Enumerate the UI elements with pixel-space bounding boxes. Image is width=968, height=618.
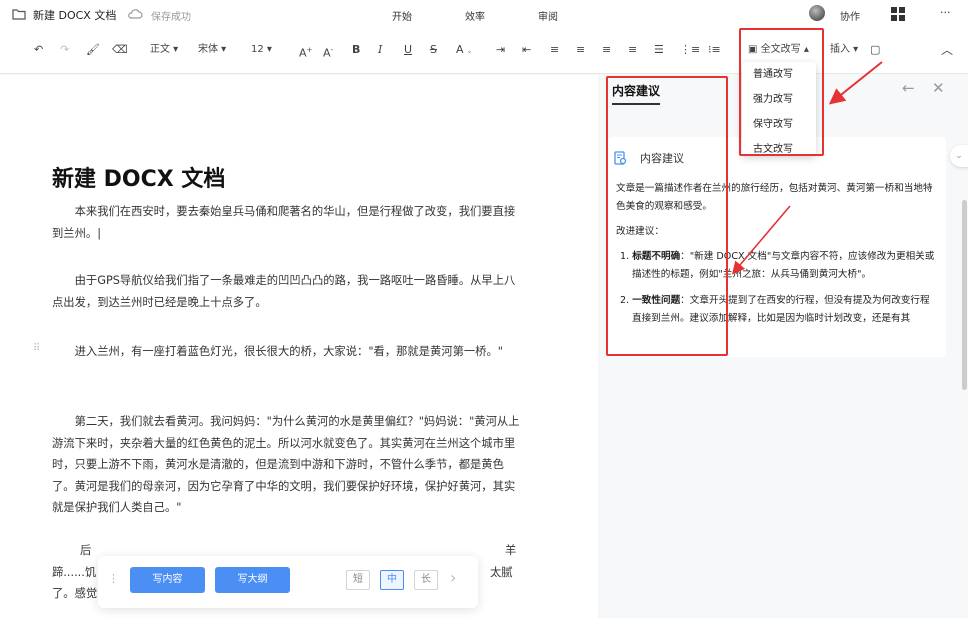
tab-review[interactable]: 审阅: [538, 8, 558, 23]
align-right-icon[interactable]: ≡: [602, 41, 611, 59]
write-content-button[interactable]: 写内容: [130, 567, 205, 593]
format-painter-icon[interactable]: 🖌: [86, 41, 100, 59]
paragraph-4[interactable]: 第二天，我们就去看黄河。我问妈妈："为什么黄河的水是黄里偏红？"妈妈说："黄河从…: [52, 411, 522, 519]
length-short[interactable]: 短: [346, 570, 370, 590]
align-left-icon[interactable]: ≡: [550, 41, 559, 59]
italic-icon[interactable]: I: [378, 41, 382, 59]
paragraph-1[interactable]: 本来我们在西安时，要去秦始皇兵马俑和爬著名的华山，但是行程做了改变，我们要直接到…: [52, 201, 522, 244]
close-icon[interactable]: ✕: [932, 79, 945, 97]
partial-line-3: 了。感觉: [52, 587, 98, 600]
doc-title[interactable]: 新建 DOCX 文档: [33, 7, 116, 23]
annotation-box-panel: [606, 76, 728, 356]
partial-right-2: 太腻: [490, 566, 513, 579]
back-arrow-icon[interactable]: ←: [902, 79, 915, 97]
style-select[interactable]: 正文 ▾: [150, 41, 178, 59]
folder-icon[interactable]: [12, 8, 26, 20]
strikethrough-icon[interactable]: S: [430, 41, 437, 59]
font-color-icon[interactable]: A ⌄: [456, 41, 473, 59]
partial-line-1: 后: [80, 544, 92, 557]
annotation-box-menu: [739, 28, 824, 156]
bold-icon[interactable]: B: [352, 41, 360, 59]
partial-right-1: 羊: [505, 544, 517, 557]
increase-font-icon[interactable]: A+: [299, 41, 312, 60]
document-title[interactable]: 新建 DOCX 文档: [52, 161, 225, 193]
insert-button[interactable]: 插入 ▾: [830, 41, 858, 59]
ordered-list-icon[interactable]: ⋮≡: [680, 41, 700, 59]
paragraph-2[interactable]: 由于GPS导航仪给我们指了一条最难走的凹凹凸凸的路，我一路呕吐一路昏睡。从早上八…: [52, 270, 522, 313]
size-value: 12: [251, 44, 264, 55]
ai-writing-bar: ⋮ 写内容 写大纲 短 中 长 ›: [98, 556, 478, 608]
grid-icon[interactable]: [891, 7, 905, 21]
decrease-font-icon[interactable]: A-: [323, 41, 333, 60]
line-spacing-icon[interactable]: ☰: [654, 41, 664, 59]
font-select[interactable]: 宋体 ▾: [198, 41, 226, 59]
indent-increase-icon[interactable]: ⇥: [496, 41, 505, 59]
collapse-toolbar-icon[interactable]: ︿: [941, 41, 953, 59]
panel-scrollbar[interactable]: [962, 200, 967, 390]
document-page[interactable]: 新建 DOCX 文档 本来我们在西安时，要去秦始皇兵马俑和爬著名的华山，但是行程…: [0, 75, 598, 618]
partial-line-2: 蹄......饥: [52, 566, 97, 579]
comment-icon[interactable]: ▢: [870, 41, 880, 59]
bar-drag-icon[interactable]: ⋮: [108, 572, 119, 585]
length-medium[interactable]: 中: [380, 570, 404, 590]
redo-icon[interactable]: ↷: [60, 41, 69, 59]
expand-chevron-icon[interactable]: ⌄: [950, 145, 968, 167]
save-status: 保存成功: [151, 12, 191, 23]
more-icon[interactable]: ···: [940, 6, 951, 19]
clear-format-icon[interactable]: ⌫: [112, 41, 128, 59]
length-long[interactable]: 长: [414, 570, 438, 590]
font-value: 宋体: [198, 44, 218, 55]
title-bar: 新建 DOCX 文档 保存成功 开始 效率 审阅 协作 ···: [0, 0, 968, 30]
paragraph-3[interactable]: 进入兰州，有一座打着蓝色灯光，很长很大的桥，大家说："看，那就是黄河第一桥。": [52, 341, 522, 363]
next-arrow-icon[interactable]: ›: [450, 568, 456, 587]
undo-icon[interactable]: ↶: [34, 41, 43, 59]
collaborate-button[interactable]: 协作: [840, 8, 860, 23]
insert-label: 插入: [830, 44, 850, 55]
align-center-icon[interactable]: ≡: [576, 41, 585, 59]
size-select[interactable]: 12 ▾: [251, 41, 272, 59]
write-outline-button[interactable]: 写大纲: [215, 567, 290, 593]
drag-handle-icon[interactable]: ⠿: [33, 343, 40, 354]
style-value: 正文: [150, 44, 170, 55]
indent-decrease-icon[interactable]: ⇤: [522, 41, 531, 59]
align-justify-icon[interactable]: ≡: [628, 41, 637, 59]
avatar[interactable]: [809, 5, 825, 21]
bullet-list-icon[interactable]: ⁝≡: [708, 41, 721, 59]
underline-icon[interactable]: U: [404, 41, 412, 59]
tab-start[interactable]: 开始: [392, 8, 412, 23]
tab-efficiency[interactable]: 效率: [465, 8, 485, 23]
cloud-icon: [128, 9, 143, 19]
